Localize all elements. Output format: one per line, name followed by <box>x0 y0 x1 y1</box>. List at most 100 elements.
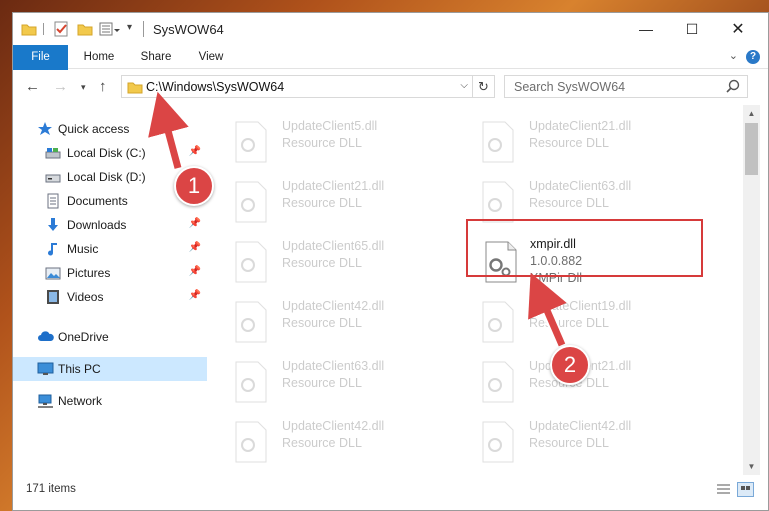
file-name: UpdateClient63.dll <box>282 359 385 373</box>
address-bar[interactable]: C:\Windows\SysWOW64 ⌵ ↻ <box>121 75 495 98</box>
file-item[interactable]: UpdateClient42.dll Resource DLL <box>218 295 458 351</box>
step-1-badge: 1 <box>174 166 214 206</box>
sidebar-item-music[interactable]: Music 📌 <box>13 237 207 261</box>
videos-icon <box>45 289 61 305</box>
folder-icon <box>127 80 143 97</box>
dll-file-icon <box>234 301 268 343</box>
sidebar-item-this-pc[interactable]: This PC <box>13 357 207 381</box>
pin-icon: 📌 <box>188 218 201 229</box>
folder-icon <box>21 21 37 37</box>
file-item[interactable]: UpdateClient21.dll Resource DLL <box>218 175 458 231</box>
file-item[interactable]: UpdateClient42.dll Resource DLL <box>218 415 458 471</box>
search-icon[interactable] <box>725 78 741 97</box>
recent-locations-icon[interactable]: ▾ <box>81 82 86 93</box>
sidebar-item-label: OneDrive <box>58 330 109 344</box>
file-name: UpdateClient19.dll <box>529 299 632 313</box>
up-arrow-icon[interactable]: ↑ <box>99 78 107 95</box>
search-box[interactable]: Search SysWOW64 <box>504 75 748 98</box>
tab-view[interactable]: View <box>189 45 233 69</box>
address-dropdown-icon[interactable]: ⌵ <box>460 80 468 91</box>
sidebar-item-label: Local Disk (D:) <box>67 170 146 184</box>
expand-ribbon-icon[interactable]: ⌄ <box>729 49 738 62</box>
dll-file-icon <box>234 421 268 463</box>
file-type: Resource DLL <box>529 436 609 450</box>
network-icon <box>37 393 53 409</box>
status-bar: 171 items <box>13 479 768 501</box>
file-type: Resource DLL <box>282 436 362 450</box>
customize-toolbar-icon[interactable] <box>99 21 121 37</box>
ribbon-tabs: File Home Share View ⌄ ? <box>13 45 768 101</box>
scroll-down-icon[interactable]: ▼ <box>743 458 760 475</box>
item-count: 171 items <box>26 483 76 495</box>
address-path[interactable]: C:\Windows\SysWOW64 <box>146 80 284 94</box>
chevron-down-icon[interactable]: ▾ <box>127 22 143 38</box>
music-icon <box>45 241 61 257</box>
tab-share[interactable]: Share <box>131 45 181 69</box>
pin-icon: 📌 <box>188 242 201 253</box>
navigation-pane: Quick access Local Disk (C:) 📌 Local Dis… <box>13 105 209 475</box>
file-type: Resource DLL <box>282 376 362 390</box>
dll-file-icon <box>481 181 515 223</box>
quick-access-divider <box>43 23 44 35</box>
drive-icon <box>45 145 61 161</box>
sidebar-item-onedrive[interactable]: OneDrive <box>13 325 207 349</box>
details-view-icon[interactable] <box>715 482 732 497</box>
sidebar-item-videos[interactable]: Videos 📌 <box>13 285 207 309</box>
pin-icon: 📌 <box>188 266 201 277</box>
file-list: UpdateClient5.dll Resource DLL UpdateCli… <box>218 105 743 475</box>
file-name: UpdateClient65.dll <box>282 239 385 253</box>
file-name: UpdateClient42.dll <box>282 299 385 313</box>
drive-icon <box>45 169 61 185</box>
file-item[interactable]: UpdateClient19.dll Resource DLL <box>465 295 705 351</box>
file-name: UpdateClient63.dll <box>529 179 632 193</box>
file-item[interactable]: UpdateClient21.dll Resource DLL <box>465 115 705 171</box>
back-arrow-icon[interactable]: ← <box>25 78 40 95</box>
scroll-thumb[interactable] <box>745 123 758 175</box>
sidebar-item-local-disk-c[interactable]: Local Disk (C:) 📌 <box>13 141 207 165</box>
file-type: Resource DLL <box>282 316 362 330</box>
properties-icon[interactable] <box>53 21 69 37</box>
search-placeholder[interactable]: Search SysWOW64 <box>514 80 625 94</box>
sidebar-item-label: Pictures <box>67 266 111 280</box>
window-title: SysWOW64 <box>153 22 224 37</box>
file-item[interactable]: UpdateClient63.dll Resource DLL <box>218 355 458 411</box>
sidebar-item-label: Network <box>58 394 103 408</box>
maximize-button[interactable]: ☐ <box>669 13 715 45</box>
close-button[interactable]: ✕ <box>715 13 761 45</box>
file-name: UpdateClient21.dll <box>282 179 385 193</box>
sidebar-item-label: Documents <box>67 194 128 208</box>
tiles-view-icon[interactable] <box>737 482 754 497</box>
file-item[interactable]: UpdateClient65.dll Resource DLL <box>218 235 458 291</box>
file-type: Resource DLL <box>529 136 609 150</box>
pin-icon: 📌 <box>188 290 201 301</box>
pictures-icon <box>45 265 61 281</box>
sidebar-item-label: Quick access <box>58 122 130 136</box>
vertical-scrollbar[interactable]: ▲ ▼ <box>743 105 760 475</box>
help-icon[interactable]: ? <box>746 50 760 64</box>
sidebar-item-label: Local Disk (C:) <box>67 146 146 160</box>
file-type: Resource DLL <box>529 316 609 330</box>
sidebar-item-network[interactable]: Network <box>13 389 207 413</box>
sidebar-item-pictures[interactable]: Pictures 📌 <box>13 261 207 285</box>
star-icon <box>37 121 53 137</box>
target-file-highlight <box>466 219 703 277</box>
file-item[interactable]: UpdateClient42.dll Resource DLL <box>465 415 705 471</box>
dll-file-icon <box>234 361 268 403</box>
title-divider <box>143 21 144 37</box>
scroll-up-icon[interactable]: ▲ <box>743 105 760 122</box>
refresh-icon[interactable]: ↻ <box>472 76 494 97</box>
tab-home[interactable]: Home <box>75 45 123 69</box>
dll-file-icon <box>481 121 515 163</box>
sidebar-item-label: This PC <box>58 362 101 376</box>
forward-arrow-icon[interactable]: → <box>53 78 68 95</box>
minimize-button[interactable]: — <box>623 13 669 45</box>
pin-icon: 📌 <box>188 146 201 157</box>
sidebar-item-downloads[interactable]: Downloads 📌 <box>13 213 207 237</box>
dll-file-icon <box>481 301 515 343</box>
computer-icon <box>37 361 54 377</box>
dll-file-icon <box>481 361 515 403</box>
new-folder-icon[interactable] <box>77 21 93 37</box>
dll-file-icon <box>481 421 515 463</box>
sidebar-item-quick-access[interactable]: Quick access <box>13 117 207 141</box>
file-item[interactable]: UpdateClient5.dll Resource DLL <box>218 115 458 171</box>
